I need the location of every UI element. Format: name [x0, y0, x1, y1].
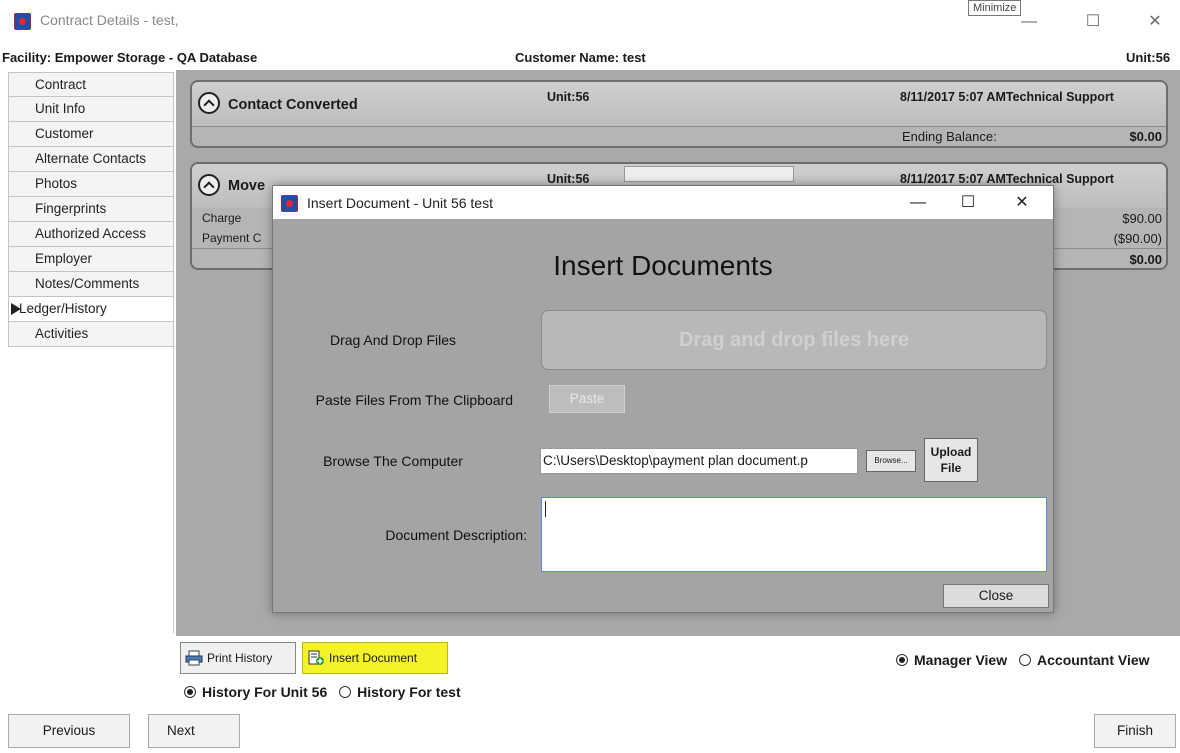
facility-label: Facility: Empower Storage - QA Database [2, 50, 258, 65]
document-description-input[interactable] [541, 497, 1047, 572]
view-mode-group: Manager View Accountant View [896, 652, 1150, 668]
ledger-total-value: $0.00 [1129, 252, 1162, 267]
nav-item-employer[interactable]: Employer [8, 247, 174, 272]
contract-info-bar: Facility: Empower Storage - QA Database … [0, 46, 1180, 70]
window-titlebar: Contract Details - test, Minimize — ☐ ✕ [0, 0, 1180, 42]
ledger-card-contact-converted: Contact Converted Unit:56 8/11/2017 5:07… [190, 80, 1168, 148]
card-title: Move [228, 178, 266, 194]
printer-icon [185, 650, 203, 666]
card-unit: Unit:56 [547, 172, 590, 186]
upload-label-line1: Upload [930, 445, 972, 459]
insert-document-dialog: Insert Document - Unit 56 test — ☐ ✕ Ins… [272, 185, 1054, 613]
card-unit: Unit:56 [547, 90, 590, 104]
ending-balance-value: $0.00 [1129, 129, 1162, 144]
nav-item-notes-comments[interactable]: Notes/Comments [8, 272, 174, 297]
drag-drop-label: Drag And Drop Files [329, 332, 457, 348]
selected-arrow-icon [11, 303, 21, 315]
history-unit-radio[interactable]: History For Unit 56 [184, 684, 327, 700]
add-document-icon [308, 650, 324, 665]
ledger-row-label: Payment C [202, 231, 262, 245]
ledger-row-amount: $90.00 [1122, 211, 1162, 226]
dialog-close-text-button[interactable]: Close [943, 584, 1049, 608]
ledger-row-amount: ($90.00) [1113, 231, 1162, 246]
history-customer-radio[interactable]: History For test [339, 684, 461, 700]
browse-label: Browse The Computer [323, 453, 463, 469]
dialog-maximize-button[interactable]: ☐ [945, 189, 991, 217]
collapse-chevron-icon[interactable] [198, 174, 220, 196]
file-drop-zone[interactable]: Drag and drop files here [541, 310, 1047, 370]
dialog-title: Insert Document - Unit 56 test [307, 195, 493, 211]
print-history-button[interactable]: Print History [180, 642, 296, 674]
maximize-button[interactable]: ☐ [1070, 8, 1116, 36]
accountant-view-radio[interactable]: Accountant View [1019, 652, 1150, 668]
radio-selected-icon [896, 654, 908, 666]
nav-item-label: Ledger/History [19, 301, 107, 316]
nav-item-photos[interactable]: Photos [8, 172, 174, 197]
window-title: Contract Details - test, [40, 12, 179, 28]
history-unit-label: History For Unit 56 [202, 684, 328, 700]
text-caret [545, 501, 546, 517]
nav-item-unit-info[interactable]: Unit Info [8, 97, 174, 122]
ending-balance-label: Ending Balance: [902, 129, 997, 144]
nav-item-activities[interactable]: Activities [8, 322, 174, 347]
dialog-heading: Insert Documents [553, 250, 773, 281]
card-date-user: 8/11/2017 5:07 AMTechnical Support [900, 172, 1114, 186]
dialog-close-button[interactable]: ✕ [999, 189, 1045, 217]
radio-empty-icon [339, 686, 352, 698]
manager-view-label: Manager View [914, 652, 1008, 668]
customer-name-label: Customer Name: test [515, 50, 646, 65]
paste-button[interactable]: Paste [549, 385, 625, 413]
accountant-view-label: Accountant View [1037, 652, 1150, 668]
card-footer: Ending Balance: $0.00 [192, 126, 1166, 146]
history-scope-group: History For Unit 56 History For test [184, 684, 461, 700]
finish-button[interactable]: Finish [1094, 714, 1176, 748]
manager-view-radio[interactable]: Manager View [896, 652, 1007, 668]
unit-label: Unit:56 [1126, 50, 1171, 65]
collapse-chevron-icon[interactable] [198, 92, 220, 114]
card-field[interactable] [624, 166, 794, 182]
browse-button[interactable]: Browse... [866, 450, 916, 472]
paste-label: Paste Files From The Clipboard [315, 392, 513, 408]
nav-item-fingerprints[interactable]: Fingerprints [8, 197, 174, 222]
minimize-button[interactable]: — [1006, 8, 1052, 36]
insert-document-button[interactable]: Insert Document [302, 642, 448, 674]
radio-selected-icon [184, 686, 196, 698]
description-label: Document Description: [385, 527, 527, 543]
upload-label-line2: File [940, 461, 962, 475]
history-toolbar: Print History Insert Document Manager Vi… [176, 636, 1180, 706]
app-logo-icon [281, 195, 298, 212]
nav-item-alternate-contacts[interactable]: Alternate Contacts [8, 147, 174, 172]
nav-item-customer[interactable]: Customer [8, 122, 174, 147]
nav-empty-area [8, 345, 174, 633]
nav-item-authorized-access[interactable]: Authorized Access [8, 222, 174, 247]
card-header: Contact Converted Unit:56 8/11/2017 5:07… [192, 82, 1166, 126]
nav-item-ledger-history[interactable]: Ledger/History [8, 297, 174, 322]
dialog-minimize-button[interactable]: — [895, 189, 941, 217]
next-button[interactable]: Next [148, 714, 240, 748]
history-customer-label: History For test [357, 684, 461, 700]
close-button[interactable]: ✕ [1132, 8, 1178, 36]
card-title: Contact Converted [228, 97, 358, 113]
ledger-row-label: Charge [202, 211, 242, 225]
insert-document-label: Insert Document [329, 651, 418, 665]
print-history-label: Print History [207, 651, 273, 665]
radio-empty-icon [1019, 654, 1032, 666]
section-nav: Contract Unit Info Customer Alternate Co… [8, 72, 174, 347]
file-path-field[interactable]: C:\Users\Desktop\payment plan document.p [540, 448, 858, 474]
dialog-titlebar: Insert Document - Unit 56 test — ☐ ✕ [273, 186, 1053, 219]
app-logo-icon [14, 13, 31, 30]
nav-item-contract[interactable]: Contract [8, 72, 174, 97]
card-date-user: 8/11/2017 5:07 AMTechnical Support [900, 90, 1114, 104]
previous-button[interactable]: Previous [8, 714, 130, 748]
upload-file-button[interactable]: Upload File [924, 438, 978, 482]
